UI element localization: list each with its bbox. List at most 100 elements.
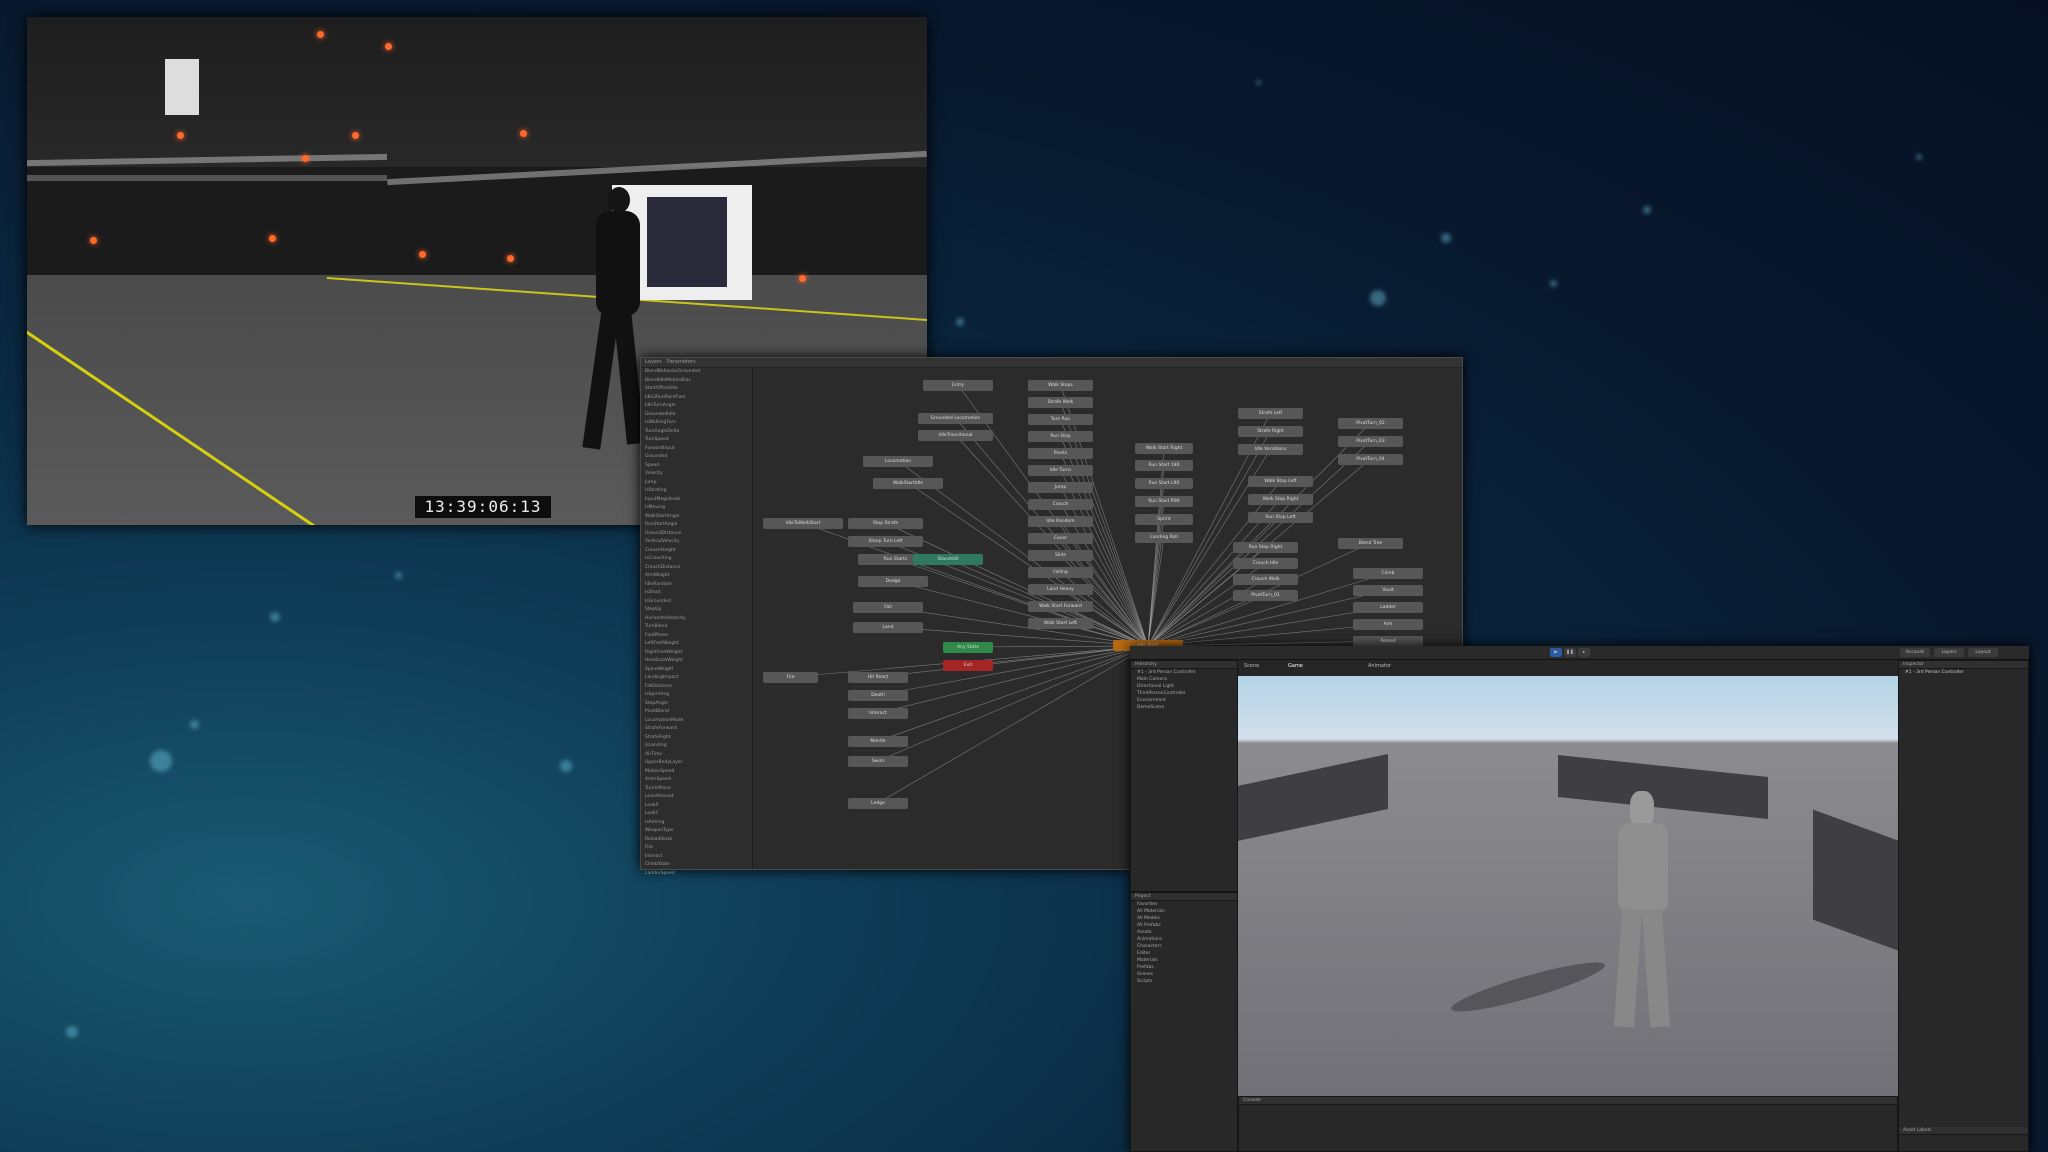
project-folder[interactable]: All Materials <box>1131 908 1237 915</box>
state-node-n56[interactable]: Interact <box>848 708 908 719</box>
state-node-n43[interactable]: PivotTurn_01 <box>1233 590 1298 601</box>
parameter-item[interactable]: TurnBlend <box>641 623 752 632</box>
layout-dropdown[interactable]: Layout <box>1968 648 1998 657</box>
state-node-n27[interactable]: Walk Start Left <box>1028 618 1093 629</box>
parameter-item[interactable]: IsGrounded <box>641 598 752 607</box>
parameter-item[interactable]: BlendIdleMotionBias <box>641 377 752 386</box>
console-panel[interactable]: Console <box>1238 1096 1898 1152</box>
state-node-entry[interactable]: Entry <box>923 380 993 391</box>
game-viewport[interactable] <box>1238 676 1898 1096</box>
state-node-n54[interactable]: Hit React <box>848 672 908 683</box>
parameter-item[interactable]: Velocity <box>641 470 752 479</box>
parameter-item[interactable]: LookY <box>641 810 752 819</box>
parameter-item[interactable]: ForwardInput <box>641 445 752 454</box>
project-folder[interactable]: Materials <box>1131 957 1237 964</box>
hierarchy-panel[interactable]: Hierarchy #1 - 3rd Person Controller Main… <box>1130 660 1238 892</box>
project-folder[interactable]: All Prefabs <box>1131 922 1237 929</box>
tab-parameters[interactable]: Parameters <box>667 359 696 365</box>
parameter-item[interactable]: IdleTurnAngle <box>641 402 752 411</box>
state-node-n14[interactable]: Strafe Walk <box>1028 397 1093 408</box>
parameter-item[interactable]: AirTime <box>641 751 752 760</box>
parameter-item[interactable]: InputMagnitude <box>641 496 752 505</box>
state-node-n36[interactable]: Idle Variations <box>1238 444 1303 455</box>
parameter-item[interactable]: IsStrafing <box>641 487 752 496</box>
state-node-n17[interactable]: Pivots <box>1028 448 1093 459</box>
hierarchy-item[interactable]: Main Camera <box>1131 676 1237 683</box>
parameter-item[interactable]: RunStartAngle <box>641 521 752 530</box>
state-node-n9[interactable]: Standstill <box>913 554 983 565</box>
state-node-n29[interactable]: Run Start 180 <box>1135 460 1193 471</box>
parameter-item[interactable]: IsDead <box>641 589 752 598</box>
project-folder[interactable]: Scenes <box>1131 971 1237 978</box>
state-node-n51[interactable]: Aim <box>1353 619 1423 630</box>
tab-layers[interactable]: Layers <box>645 359 662 365</box>
state-node-n41[interactable]: Crouch Idle <box>1233 558 1298 569</box>
state-node-exit[interactable]: Exit <box>943 660 993 671</box>
parameter-item[interactable]: LookX <box>641 802 752 811</box>
tab-game[interactable]: Game <box>1288 663 1303 669</box>
state-node-n10[interactable]: Dodge <box>858 576 928 587</box>
project-folder[interactable]: Assets <box>1131 929 1237 936</box>
state-node-n23[interactable]: Slide <box>1028 550 1093 561</box>
state-node-n24[interactable]: Falling <box>1028 567 1093 578</box>
state-node-n19[interactable]: Jump <box>1028 482 1093 493</box>
play-button[interactable]: ▶ <box>1550 648 1562 657</box>
hierarchy-item[interactable]: Environment <box>1131 697 1237 704</box>
parameter-item[interactable]: IsMoving <box>641 504 752 513</box>
state-node-n4[interactable]: WalkStartIdle <box>873 478 943 489</box>
parameter-item[interactable]: IsWalkingTurn <box>641 419 752 428</box>
parameter-item[interactable]: GroundedIdle <box>641 411 752 420</box>
parameter-item[interactable]: LeanAmount <box>641 793 752 802</box>
pause-button[interactable]: ❚❚ <box>1564 648 1576 657</box>
parameter-item[interactable]: Fire <box>641 844 752 853</box>
state-node-n3[interactable]: Locomotion <box>863 456 933 467</box>
project-folder[interactable]: Characters <box>1131 943 1237 950</box>
state-node-n21[interactable]: Idle Random <box>1028 516 1093 527</box>
project-folder[interactable]: Favorites <box>1131 901 1237 908</box>
state-node-n40[interactable]: Run Stop Right <box>1233 542 1298 553</box>
state-node-n5[interactable]: IdleToWalkStart <box>763 518 843 529</box>
state-node-n50[interactable]: Ladder <box>1353 602 1423 613</box>
state-node-n12[interactable]: Land <box>853 622 923 633</box>
state-node-n22[interactable]: Cover <box>1028 533 1093 544</box>
state-node-n37[interactable]: Walk Stop Left <box>1248 476 1313 487</box>
state-node-n44[interactable]: PivotTurn_02 <box>1338 418 1403 429</box>
parameter-item[interactable]: StopAngle <box>641 700 752 709</box>
state-node-n18[interactable]: Idle Turns <box>1028 465 1093 476</box>
parameter-item[interactable]: AnimSpeed <box>641 776 752 785</box>
parameter-item[interactable]: ClimbState <box>641 861 752 870</box>
state-node-n25[interactable]: Land Heavy <box>1028 584 1093 595</box>
state-node-n34[interactable]: Strafe Left <box>1238 408 1303 419</box>
hierarchy-item[interactable]: Directional Light <box>1131 683 1237 690</box>
state-node-n39[interactable]: Run Stop Left <box>1248 512 1313 523</box>
state-node-n7[interactable]: Sharp Turn Left <box>848 536 923 547</box>
unity-editor-window[interactable]: ▶ ❚❚ ▸ Account Layers Layout Hierarchy #… <box>1130 646 2029 1152</box>
state-node-n58[interactable]: Swim <box>848 756 908 767</box>
project-panel[interactable]: Project Favorites All Materials All Models… <box>1130 892 1238 1152</box>
state-node-n48[interactable]: Climb <box>1353 568 1423 579</box>
parameter-item[interactable]: RightFootWeight <box>641 649 752 658</box>
state-node-n26[interactable]: Walk Start Forward <box>1028 601 1093 612</box>
project-folder[interactable]: Prefabs <box>1131 964 1237 971</box>
parameter-item[interactable]: StrafeForward <box>641 725 752 734</box>
state-node-n49[interactable]: Vault <box>1353 585 1423 596</box>
parameters-list[interactable]: BlendBehaviorGrounded BlendIdleMotionBias… <box>641 368 753 876</box>
project-folder-list[interactable]: Favorites All Materials All Models All Pref… <box>1131 901 1237 985</box>
parameter-item[interactable]: LocomotionMode <box>641 717 752 726</box>
state-node-n30[interactable]: Run Start L90 <box>1135 478 1193 489</box>
parameter-item[interactable]: SpineWeight <box>641 666 752 675</box>
parameter-item[interactable]: ReloadState <box>641 836 752 845</box>
parameter-item[interactable]: Grounded <box>641 453 752 462</box>
state-node-n47[interactable]: Blend Tree <box>1338 538 1403 549</box>
state-node-n6[interactable]: Stop Strafe <box>848 518 923 529</box>
project-folder[interactable]: Scripts <box>1131 978 1237 985</box>
hierarchy-item[interactable]: DemoScene <box>1131 704 1237 711</box>
parameter-item[interactable]: TurnAngleDelta <box>641 428 752 437</box>
hierarchy-item[interactable]: ThirdPersonController <box>1131 690 1237 697</box>
parameter-item[interactable]: IsLanding <box>641 742 752 751</box>
state-node-n1[interactable]: Grounded Locomotion <box>918 413 993 424</box>
parameter-item[interactable]: CrouchHeight <box>641 547 752 556</box>
tab-scene[interactable]: Scene <box>1244 663 1259 669</box>
hierarchy-item[interactable]: #1 - 3rd Person Controller <box>1131 669 1237 676</box>
parameter-item[interactable]: AimWeight <box>641 572 752 581</box>
